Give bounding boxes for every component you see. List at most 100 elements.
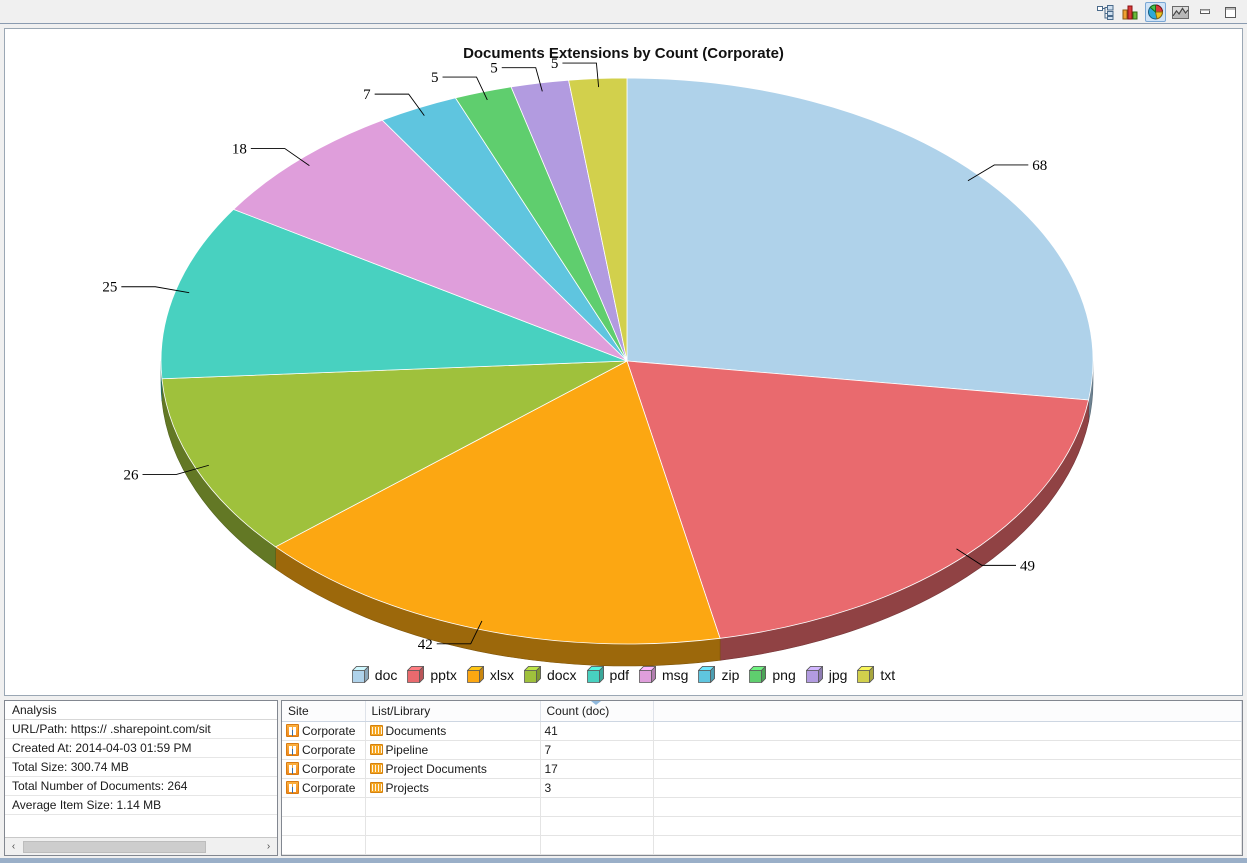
table-cell-filler bbox=[653, 721, 1242, 741]
table-row[interactable]: Corporate Documents 41 bbox=[282, 721, 1242, 741]
table-row[interactable]: Corporate Projects 3 bbox=[282, 778, 1242, 798]
pie-slice-layer bbox=[160, 77, 1094, 645]
legend-item-pptx[interactable]: pptx bbox=[406, 665, 457, 684]
legend-item-jpg[interactable]: jpg bbox=[805, 665, 847, 684]
table-cell-library: Pipeline bbox=[365, 740, 541, 760]
table-cell-library: Project Documents bbox=[365, 759, 541, 779]
details-table-panel: Site List/Library Count (doc) Corporate Doc… bbox=[281, 700, 1243, 856]
bar-chart-icon[interactable] bbox=[1120, 2, 1141, 22]
analysis-row-list: URL/Path: https:// .sharepoint.com/sit Cr… bbox=[5, 720, 277, 815]
legend-item-zip[interactable]: zip bbox=[698, 665, 739, 684]
library-icon bbox=[369, 725, 383, 736]
restore-icon[interactable] bbox=[1220, 2, 1241, 22]
table-row-empty[interactable] bbox=[282, 797, 1242, 817]
table-cell-site: Corporate bbox=[282, 778, 366, 798]
legend-swatch-icon-zip bbox=[698, 665, 716, 684]
legend-label-pdf: pdf bbox=[609, 666, 630, 683]
library-icon bbox=[369, 782, 383, 793]
legend-item-msg[interactable]: msg bbox=[638, 665, 689, 684]
table-row-empty[interactable] bbox=[282, 835, 1242, 855]
table-cell-library: Documents bbox=[365, 721, 541, 741]
library-name: Pipeline bbox=[385, 742, 429, 757]
table-row-empty[interactable] bbox=[282, 816, 1242, 836]
table-cell-empty bbox=[653, 816, 1242, 836]
pie-label-msg: 18 bbox=[232, 142, 247, 158]
legend-label-png: png bbox=[772, 666, 796, 683]
pie-label-pdf: 25 bbox=[102, 280, 117, 296]
analysis-row: Average Item Size: 1.14 MB bbox=[5, 796, 277, 815]
legend-swatch-icon-msg bbox=[638, 665, 657, 684]
scroll-right-arrow[interactable]: › bbox=[260, 839, 277, 855]
table-cell-empty bbox=[540, 816, 654, 836]
table-cell-empty bbox=[540, 835, 654, 855]
chart-legend: doc pptx xlsx docx pdf msg zip png jpg txt bbox=[5, 665, 1242, 684]
pie-label-txt: 5 bbox=[551, 56, 559, 72]
site-icon bbox=[286, 762, 299, 775]
toolbar-button-group bbox=[1095, 2, 1241, 22]
table-header-row: Site List/Library Count (doc) bbox=[282, 701, 1242, 722]
table-cell-empty bbox=[365, 816, 541, 836]
analysis-row: URL/Path: https:// .sharepoint.com/sit bbox=[5, 720, 277, 739]
library-name: Projects bbox=[385, 780, 429, 795]
legend-item-doc[interactable]: doc bbox=[351, 665, 398, 684]
pie-label-zip: 7 bbox=[363, 87, 371, 103]
legend-swatch-icon-pdf bbox=[586, 665, 605, 684]
legend-label-doc: doc bbox=[374, 666, 398, 683]
pie-label-docx: 26 bbox=[124, 467, 140, 483]
legend-item-pdf[interactable]: pdf bbox=[586, 665, 630, 684]
table-cell-count: 17 bbox=[540, 759, 654, 779]
sort-ascending-icon bbox=[590, 701, 601, 705]
legend-swatch-icon-txt bbox=[856, 665, 875, 684]
table-cell-empty bbox=[540, 797, 654, 817]
table-cell-empty bbox=[653, 835, 1242, 855]
analysis-filler bbox=[5, 815, 277, 837]
minimize-icon[interactable] bbox=[1195, 2, 1216, 22]
analysis-horizontal-scrollbar[interactable]: ‹ › bbox=[5, 837, 277, 855]
table-cell-count: 41 bbox=[540, 721, 654, 741]
pie-chart-icon[interactable] bbox=[1145, 2, 1166, 22]
pie-slice-doc[interactable] bbox=[626, 77, 1094, 401]
table-header-filler bbox=[653, 701, 1242, 722]
table-cell-site: Corporate bbox=[282, 721, 366, 741]
pie-label-jpg: 5 bbox=[490, 61, 498, 77]
toolbar bbox=[0, 0, 1247, 24]
scroll-left-arrow[interactable]: ‹ bbox=[5, 839, 22, 855]
site-name: Corporate bbox=[302, 723, 356, 738]
pie-label-xlsx: 42 bbox=[418, 637, 433, 653]
table-row[interactable]: Corporate Pipeline 7 bbox=[282, 740, 1242, 760]
hierarchy-icon[interactable] bbox=[1095, 2, 1116, 22]
analysis-row: Total Number of Documents: 264 bbox=[5, 777, 277, 796]
table-header-site[interactable]: Site bbox=[282, 701, 366, 722]
library-name: Project Documents bbox=[385, 761, 487, 776]
table-cell-empty bbox=[365, 797, 541, 817]
table-body: Corporate Documents 41 Corporate Pipeline 7 Co… bbox=[282, 721, 1242, 855]
legend-swatch-icon-docx bbox=[523, 665, 542, 684]
table-cell-site: Corporate bbox=[282, 740, 366, 760]
table-cell-empty bbox=[653, 797, 1242, 817]
legend-label-txt: txt bbox=[880, 666, 896, 683]
bottom-area: Analysis URL/Path: https:// .sharepoint.… bbox=[4, 700, 1243, 856]
legend-item-xlsx[interactable]: xlsx bbox=[466, 665, 514, 684]
pie-chart[interactable]: 68 49 42 26 25 18 7 5 5 5 bbox=[5, 29, 1242, 695]
analysis-panel: Analysis URL/Path: https:// .sharepoint.… bbox=[4, 700, 278, 856]
analysis-row: Total Size: 300.74 MB bbox=[5, 758, 277, 777]
table-header-count-doc[interactable]: Count (doc) bbox=[540, 701, 654, 722]
library-icon bbox=[369, 763, 383, 774]
legend-item-docx[interactable]: docx bbox=[523, 665, 577, 684]
site-name: Corporate bbox=[302, 761, 356, 776]
library-icon bbox=[369, 744, 383, 755]
legend-swatch-icon-jpg bbox=[805, 665, 824, 684]
legend-item-txt[interactable]: txt bbox=[856, 665, 896, 684]
details-table: Site List/Library Count (doc) Corporate Doc… bbox=[282, 701, 1242, 855]
scroll-thumb[interactable] bbox=[23, 841, 206, 853]
legend-item-png[interactable]: png bbox=[748, 665, 796, 684]
table-header-list-library[interactable]: List/Library bbox=[365, 701, 541, 722]
table-row[interactable]: Corporate Project Documents 17 bbox=[282, 759, 1242, 779]
table-cell-empty bbox=[365, 835, 541, 855]
legend-label-msg: msg bbox=[662, 666, 689, 683]
site-icon bbox=[286, 724, 299, 737]
line-chart-icon[interactable] bbox=[1170, 2, 1191, 22]
analysis-row: Created At: 2014-04-03 01:59 PM bbox=[5, 739, 277, 758]
chart-panel: Documents Extensions by Count (Corporate… bbox=[4, 28, 1243, 696]
analysis-header: Analysis bbox=[5, 701, 277, 720]
